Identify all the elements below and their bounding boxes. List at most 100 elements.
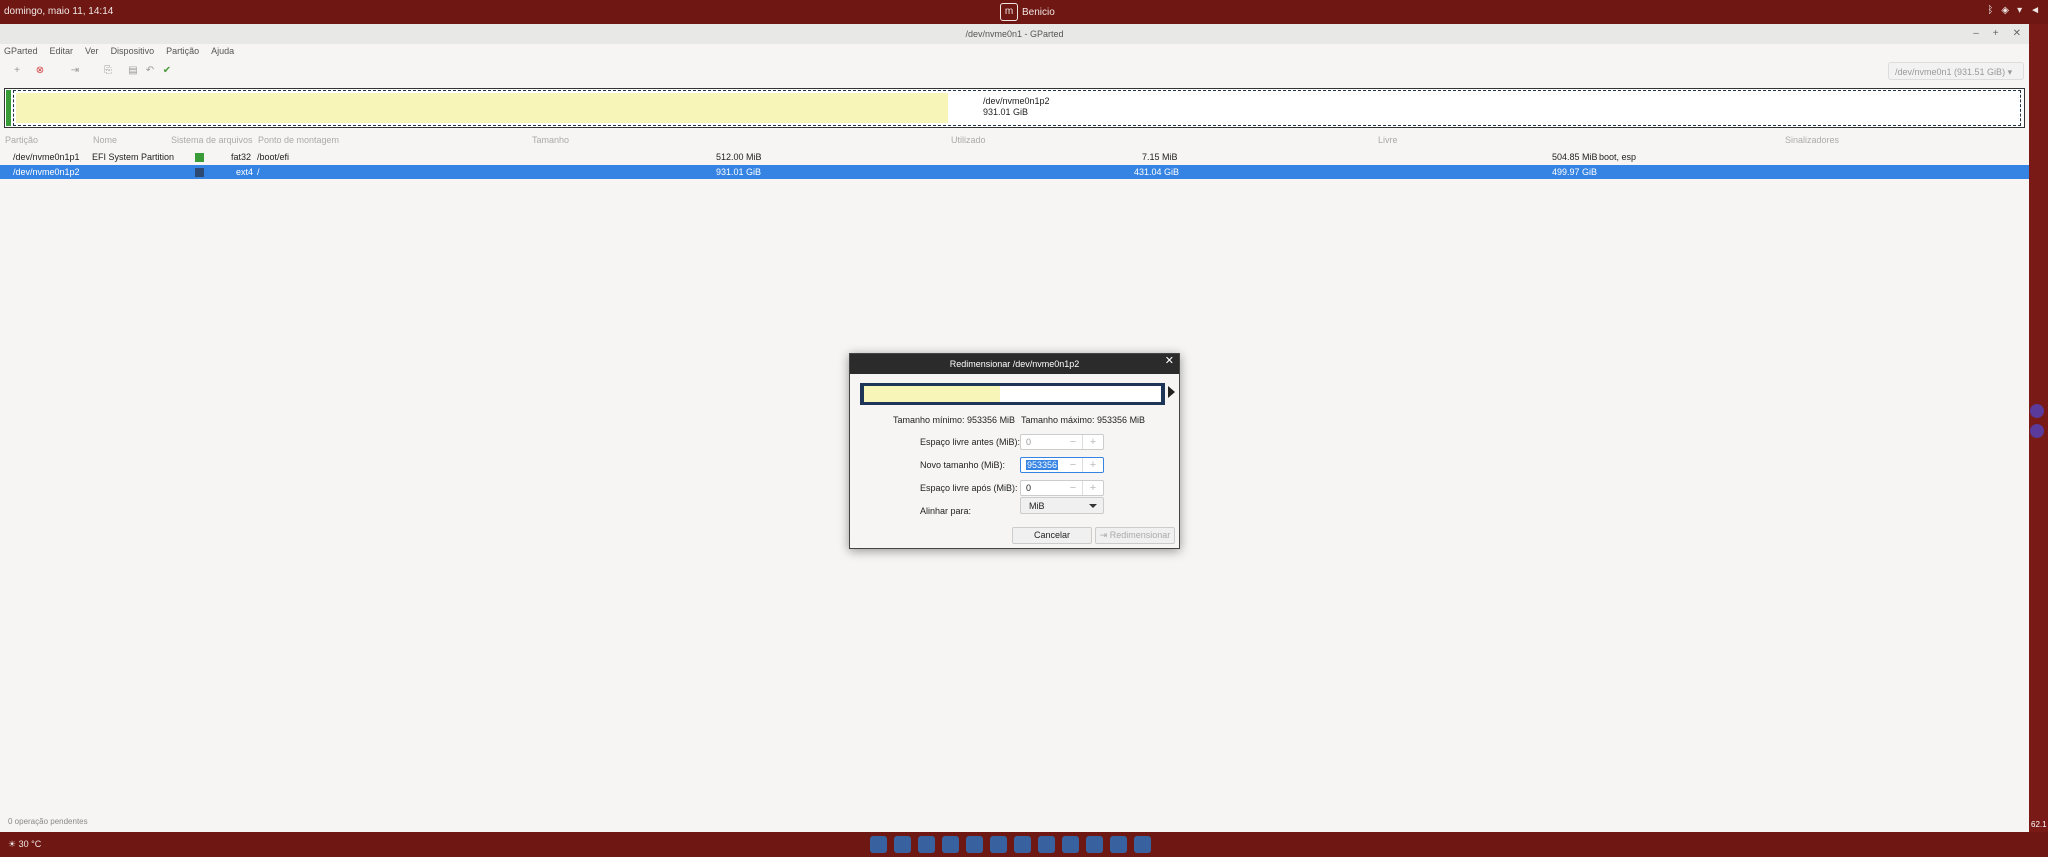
free-after-label: Espaço livre após (MiB):: [920, 483, 1018, 493]
apply-icon[interactable]: ✔: [160, 64, 174, 78]
cell-size: 931.01 GiB: [716, 167, 762, 177]
delete-icon[interactable]: ⊗: [33, 64, 47, 78]
files-icon[interactable]: [894, 836, 911, 853]
col-nome[interactable]: Nome: [93, 135, 117, 145]
new-icon[interactable]: +: [10, 64, 24, 78]
cell-used: 7.15 MiB: [1142, 152, 1178, 162]
app-icon[interactable]: [1062, 836, 1079, 853]
app-launcher-icon[interactable]: [870, 836, 887, 853]
user-menu[interactable]: m Benicio: [1000, 3, 1055, 21]
app-icon[interactable]: [990, 836, 1007, 853]
network-icon[interactable]: ▾: [2017, 5, 2022, 16]
device-selector[interactable]: /dev/nvme0n1 (931.51 GiB) ▾: [1888, 62, 2024, 80]
temperature: 30 °C: [18, 839, 42, 849]
dialog-title: Redimensionar /dev/nvme0n1p2: [850, 354, 1179, 374]
new-size-value[interactable]: 953356: [1026, 460, 1059, 470]
table-row[interactable]: /dev/nvme0n1p2 ext4 / 931.01 GiB 431.04 …: [0, 165, 2029, 179]
minimize-icon[interactable]: –: [1973, 24, 1979, 44]
menu-particao[interactable]: Partição: [166, 44, 199, 58]
terminal-icon[interactable]: [918, 836, 935, 853]
free-before-value[interactable]: 0: [1026, 437, 1031, 447]
resize-icon[interactable]: ⇥: [68, 64, 82, 78]
menu-gparted[interactable]: GParted: [4, 44, 38, 58]
col-sistema-arquivos[interactable]: Sistema de arquivos: [171, 135, 253, 145]
app-icon[interactable]: [1086, 836, 1103, 853]
col-ponto-montagem[interactable]: Ponto de montagem: [258, 135, 339, 145]
app-icon[interactable]: [2030, 404, 2044, 418]
cell-mount: /boot/efi: [257, 152, 290, 162]
table-row[interactable]: /dev/nvme0n1p1 EFI System Partition fat3…: [0, 150, 2029, 164]
menu-dispositivo[interactable]: Dispositivo: [111, 44, 155, 58]
resize-handle-icon[interactable]: [1168, 386, 1175, 398]
undo-icon[interactable]: ↶: [143, 64, 157, 78]
map-partition-name: /dev/nvme0n1p2: [983, 96, 1050, 106]
menu-bar: GParted Editar Ver Dispositivo Partição …: [0, 44, 2033, 58]
col-sinalizadores[interactable]: Sinalizadores: [1785, 135, 1839, 145]
shield-icon[interactable]: ◈: [2001, 5, 2009, 16]
resize-slider-used: [864, 386, 1000, 402]
menu-editar[interactable]: Editar: [50, 44, 74, 58]
app-icon[interactable]: [1038, 836, 1055, 853]
align-select[interactable]: MiB: [1020, 497, 1104, 514]
top-panel: domingo, maio 11, 14:14 m Benicio ᛒ ◈ ▾ …: [0, 0, 2048, 24]
volume-icon[interactable]: ◄: [2030, 5, 2040, 16]
plus-icon[interactable]: +: [1082, 435, 1103, 449]
system-tray: ᛒ ◈ ▾ ◄: [1987, 5, 2040, 16]
minus-icon[interactable]: −: [1063, 435, 1083, 449]
app-icon[interactable]: [2030, 424, 2044, 438]
cell-used: 431.04 GiB: [1134, 167, 1180, 177]
free-after-value[interactable]: 0: [1026, 483, 1031, 493]
col-tamanho[interactable]: Tamanho: [532, 135, 569, 145]
col-particao[interactable]: Partição: [5, 135, 38, 145]
clock[interactable]: domingo, maio 11, 14:14: [4, 6, 113, 17]
cell-partition: /dev/nvme0n1p1: [13, 152, 80, 162]
cell-fs: ext4: [236, 167, 254, 177]
new-size-label: Novo tamanho (MiB):: [920, 460, 1006, 470]
minus-icon[interactable]: −: [1063, 458, 1083, 472]
partition-map-efi[interactable]: [6, 90, 11, 126]
app-icon[interactable]: [1110, 836, 1127, 853]
resize-slider-track[interactable]: [864, 386, 1161, 402]
free-before-label: Espaço livre antes (MiB):: [920, 437, 1021, 447]
cell-partition: /dev/nvme0n1p2: [13, 167, 80, 177]
close-icon[interactable]: ✕: [1165, 354, 1174, 367]
col-utilizado[interactable]: Utilizado: [951, 135, 986, 145]
partition-map-used-space: [16, 93, 948, 123]
align-label: Alinhar para:: [920, 506, 972, 516]
col-livre[interactable]: Livre: [1378, 135, 1398, 145]
editor-icon[interactable]: [942, 836, 959, 853]
new-size-stepper[interactable]: 953356 − +: [1020, 457, 1104, 473]
user-name: Benicio: [1022, 6, 1055, 18]
plus-icon[interactable]: +: [1082, 458, 1103, 472]
paste-icon[interactable]: ▤: [126, 64, 140, 78]
settings-icon[interactable]: [966, 836, 983, 853]
weather-widget[interactable]: ☀ 30 °C: [8, 839, 41, 850]
align-value: MiB: [1029, 501, 1045, 511]
free-after-stepper[interactable]: 0 − +: [1020, 480, 1104, 496]
resize-button[interactable]: ⇥ Redimensionar: [1095, 527, 1175, 544]
partition-map[interactable]: /dev/nvme0n1p2 931.01 GiB: [4, 88, 2025, 128]
max-size-label: Tamanho máximo: 953356 MiB: [1021, 415, 1146, 425]
resize-button-label: Redimensionar: [1109, 530, 1171, 540]
app-icon[interactable]: [1134, 836, 1151, 853]
mint-logo-icon: m: [1000, 3, 1018, 21]
status-bar: 0 operação pendentes: [8, 817, 88, 826]
close-icon[interactable]: ✕: [2013, 24, 2021, 44]
cancel-button[interactable]: Cancelar: [1012, 527, 1092, 544]
free-before-stepper[interactable]: 0 − +: [1020, 434, 1104, 450]
menu-ajuda[interactable]: Ajuda: [211, 44, 234, 58]
resize-dialog: Redimensionar /dev/nvme0n1p2 ✕ Tamanho m…: [849, 353, 1180, 549]
plus-icon[interactable]: +: [1082, 481, 1103, 495]
maximize-icon[interactable]: +: [1993, 24, 1999, 44]
menu-ver[interactable]: Ver: [85, 44, 99, 58]
app-icon[interactable]: [1014, 836, 1031, 853]
bluetooth-icon[interactable]: ᛒ: [1987, 5, 1993, 16]
fs-color-swatch: [195, 168, 204, 177]
minus-icon[interactable]: −: [1063, 481, 1083, 495]
window-controls: – + ✕: [1973, 24, 2021, 44]
cell-free: 499.97 GiB: [1552, 167, 1598, 177]
resize-icon: ⇥: [1099, 530, 1110, 540]
cell-flags: boot, esp: [1599, 152, 1637, 162]
copy-icon[interactable]: ⎘: [101, 64, 115, 78]
resize-slider[interactable]: [860, 383, 1165, 405]
